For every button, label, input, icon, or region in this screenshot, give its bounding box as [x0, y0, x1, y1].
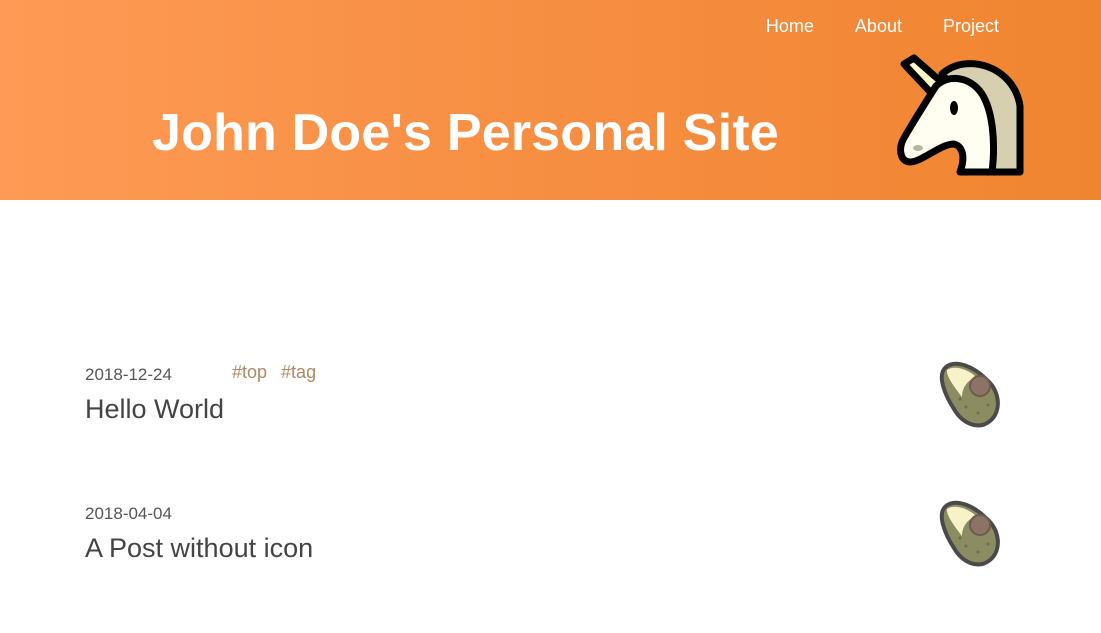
post-tags: #top #tag [232, 361, 330, 383]
tag-link[interactable]: #tag [281, 361, 316, 383]
post-title-link[interactable]: Hello World [85, 393, 224, 425]
post-list: 2018-12-24 #top #tag Hello World 2018-04… [0, 355, 1101, 633]
nav-project-link[interactable]: Project [943, 16, 999, 36]
post-item: 2018-12-24 #top #tag Hello World [0, 355, 1101, 494]
post-title-link[interactable]: A Post without icon [85, 532, 313, 564]
main-nav: Home About Project [725, 16, 999, 36]
site-title: John Doe's Personal Site [152, 104, 779, 162]
avocado-icon[interactable] [936, 361, 1004, 429]
post-date: 2018-12-24 [85, 365, 172, 384]
nav-about-link[interactable]: About [855, 16, 902, 36]
post-date: 2018-04-04 [85, 504, 172, 523]
site-header: Home About Project John Doe's Personal S… [0, 0, 1101, 200]
post-item: 2018-04-04 A Post without icon [0, 494, 1101, 633]
unicorn-icon [897, 54, 1024, 176]
avocado-icon[interactable] [936, 500, 1004, 568]
nav-home-link[interactable]: Home [766, 16, 814, 36]
tag-link[interactable]: #top [232, 361, 267, 383]
